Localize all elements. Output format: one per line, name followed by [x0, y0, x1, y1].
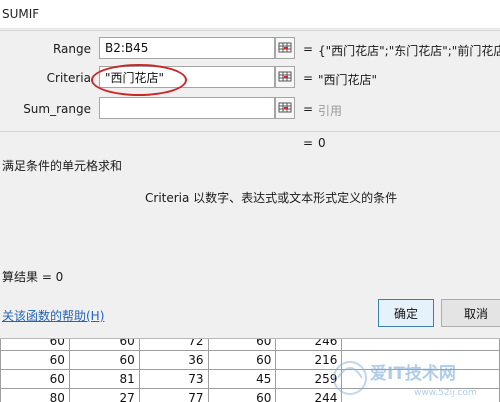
- sum-range-equals: =: [303, 102, 314, 116]
- table-cell[interactable]: 81: [68, 369, 140, 389]
- collapse-dialog-icon: [278, 71, 292, 82]
- range-collapse-button[interactable]: [275, 37, 295, 59]
- table-cell[interactable]: 72: [138, 339, 209, 351]
- criteria-result: "西门花店": [318, 73, 378, 87]
- total-value: 0: [318, 136, 326, 150]
- criteria-input[interactable]: [99, 66, 275, 88]
- criteria-equals: =: [303, 71, 314, 85]
- table-row: 60 81 73 45 259: [0, 369, 500, 389]
- dialog-titlebar[interactable]: SUMIF: [0, 0, 500, 29]
- table-cell[interactable]: 80: [0, 388, 70, 402]
- sum-range-result: 引用: [318, 104, 343, 118]
- table-cell[interactable]: 45: [207, 369, 277, 389]
- table-cell[interactable]: 60: [68, 339, 140, 351]
- table-cell[interactable]: 60: [0, 369, 70, 389]
- table-cell[interactable]: 60: [207, 339, 277, 351]
- table-cell[interactable]: 259: [275, 369, 343, 389]
- worksheet-table: 60 60 72 60 246 60 60 36 60 216 60 81 73…: [0, 339, 500, 402]
- table-cell[interactable]: 60: [207, 388, 277, 402]
- range-input[interactable]: [99, 37, 275, 59]
- table-cell[interactable]: [341, 339, 500, 351]
- table-cell[interactable]: 244: [275, 388, 343, 402]
- table-cell[interactable]: 60: [68, 350, 140, 370]
- sum-range-input[interactable]: [99, 97, 275, 119]
- table-cell[interactable]: 36: [138, 350, 209, 370]
- total-equals: =: [303, 136, 314, 150]
- range-equals: =: [303, 42, 314, 56]
- cancel-button[interactable]: 取消: [441, 299, 500, 327]
- criteria-label: Criteria: [46, 71, 91, 85]
- dialog-title: SUMIF: [2, 7, 40, 21]
- collapse-dialog-icon: [278, 102, 292, 113]
- table-cell[interactable]: [341, 369, 500, 389]
- table-cell[interactable]: [341, 388, 500, 402]
- table-cell[interactable]: 216: [275, 350, 343, 370]
- criteria-help-text: Criteria 以数字、表达式或文本形式定义的条件: [145, 191, 398, 205]
- table-cell[interactable]: 60: [0, 339, 70, 351]
- function-arguments-dialog: SUMIF Range = {"西门花店";"东门花店";"前门花店" Crit…: [0, 0, 500, 339]
- table-row: 60 60 72 60 246: [0, 339, 500, 351]
- table-cell[interactable]: 77: [138, 388, 209, 402]
- table-cell[interactable]: [341, 350, 500, 370]
- table-cell[interactable]: 246: [275, 339, 343, 351]
- criteria-collapse-button[interactable]: [275, 66, 295, 88]
- table-cell[interactable]: 60: [207, 350, 277, 370]
- sum-range-collapse-button[interactable]: [275, 97, 295, 119]
- worksheet-grid: 60 60 72 60 246 60 60 36 60 216 60 81 73…: [0, 339, 500, 402]
- range-result: {"西门花店";"东门花店";"前门花店": [318, 44, 500, 58]
- collapse-dialog-icon: [278, 42, 292, 53]
- function-description: 满足条件的单元格求和: [2, 159, 123, 173]
- calculation-result: 算结果 = 0: [2, 270, 64, 284]
- help-link[interactable]: 关该函数的帮助(H): [2, 307, 104, 324]
- sum-range-label: Sum_range: [23, 102, 91, 116]
- table-row: 80 27 77 60 244: [0, 388, 500, 402]
- table-cell[interactable]: 60: [0, 350, 70, 370]
- ok-button[interactable]: 确定: [378, 299, 434, 327]
- table-row: 60 60 36 60 216: [0, 350, 500, 370]
- range-label: Range: [52, 42, 91, 56]
- table-cell[interactable]: 73: [138, 369, 209, 389]
- table-cell[interactable]: 27: [68, 388, 140, 402]
